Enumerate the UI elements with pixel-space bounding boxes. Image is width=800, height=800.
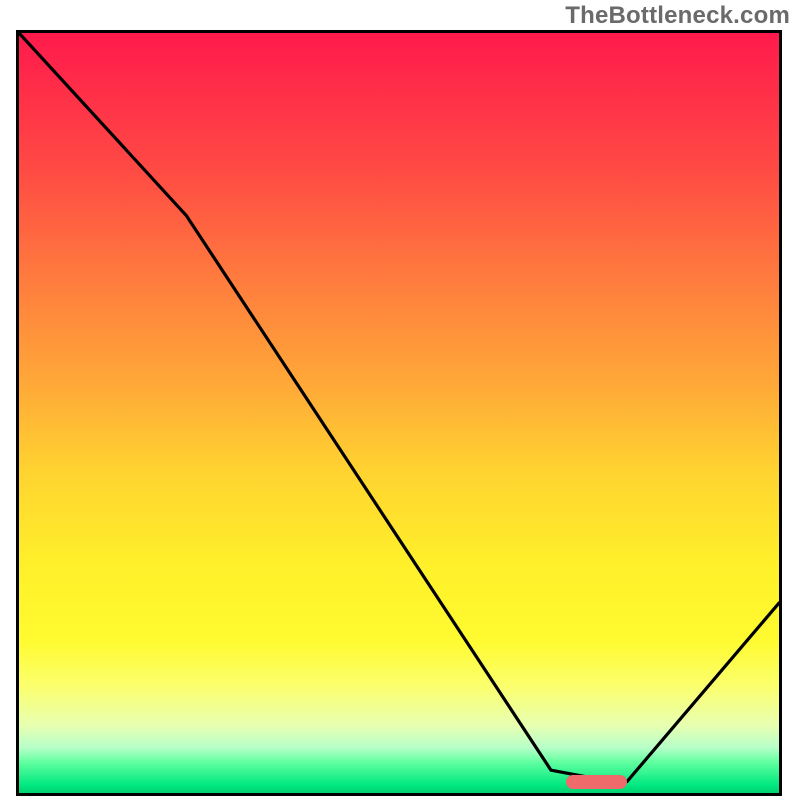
gradient-background bbox=[19, 33, 779, 793]
plot-area bbox=[16, 30, 782, 796]
watermark-text: TheBottleneck.com bbox=[565, 2, 790, 30]
chart-container: TheBottleneck.com bbox=[0, 0, 800, 800]
